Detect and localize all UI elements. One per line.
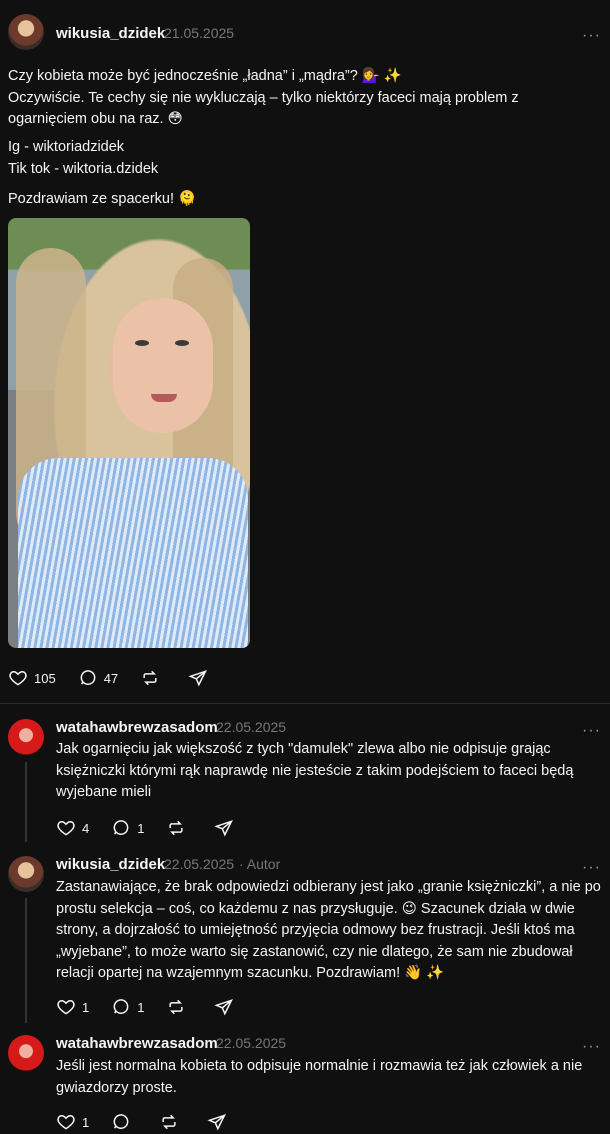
reply-actions: 1	[56, 1110, 255, 1134]
photo-mouth	[151, 394, 177, 402]
reply-username[interactable]: watahawbrewzasadom	[56, 719, 218, 736]
post-text-2: Ig - wiktoriadzidek Tik tok - wiktoria.d…	[8, 139, 159, 177]
reply-text: Jak ogarnięciu jak większość z tych "dam…	[56, 741, 578, 800]
avatar[interactable]	[8, 14, 44, 50]
comment-count: 1	[137, 999, 145, 1015]
divider	[0, 703, 610, 704]
heart-icon	[57, 1114, 75, 1130]
share-icon	[188, 670, 208, 687]
reply-actions: 1 1	[56, 995, 262, 1019]
heart-icon	[57, 820, 75, 836]
photo-face	[113, 298, 213, 433]
share-button[interactable]	[207, 1112, 233, 1132]
like-button[interactable]: 105	[8, 668, 56, 688]
username[interactable]: wikusia_dzidek	[56, 25, 165, 42]
share-icon	[214, 820, 234, 837]
repost-icon	[169, 820, 184, 836]
like-button[interactable]: 1	[56, 997, 89, 1017]
thread-line	[25, 898, 27, 1023]
like-count: 105	[34, 670, 56, 686]
share-button[interactable]	[214, 818, 240, 838]
thread-line	[25, 762, 27, 842]
comment-button[interactable]: 47	[78, 668, 118, 688]
repost-button[interactable]	[159, 1112, 185, 1132]
repost-button[interactable]	[166, 818, 192, 838]
post-actions: 105 47	[8, 666, 236, 690]
share-button[interactable]	[188, 668, 214, 688]
repost-icon	[162, 1114, 176, 1130]
comment-icon	[113, 1114, 129, 1129]
post-photo[interactable]	[8, 218, 250, 648]
share-icon	[207, 1114, 227, 1131]
more-icon[interactable]: ···	[582, 860, 601, 876]
reply-date[interactable]: 22.05.2025	[216, 719, 286, 735]
reply-actions: 4 1	[56, 816, 262, 840]
share-icon	[214, 999, 234, 1016]
repost-icon	[169, 999, 184, 1015]
comment-button[interactable]: 1	[111, 818, 144, 838]
photo-eye	[135, 340, 149, 346]
avatar[interactable]	[8, 856, 44, 892]
comment-button[interactable]: 1	[111, 997, 144, 1017]
author-badge: · Autor	[239, 856, 281, 872]
repost-icon	[143, 670, 157, 686]
reply-username[interactable]: watahawbrewzasadom	[56, 1035, 218, 1052]
comment-count: 47	[103, 670, 119, 686]
comment-icon	[80, 670, 96, 685]
reply-date[interactable]: 22.05.2025	[216, 1035, 286, 1051]
like-count: 1	[82, 999, 90, 1015]
reply-username[interactable]: wikusia_dzidek	[56, 856, 165, 873]
like-button[interactable]: 1	[56, 1112, 89, 1132]
more-icon[interactable]: ···	[582, 723, 601, 739]
photo-shirt	[18, 458, 248, 648]
author-label: Autor	[246, 856, 281, 872]
comment-button[interactable]	[111, 1112, 137, 1132]
avatar[interactable]	[8, 1035, 44, 1071]
heart-icon	[57, 999, 75, 1015]
like-button[interactable]: 4	[56, 818, 89, 838]
reply-date[interactable]: 22.05.2025	[164, 856, 234, 872]
repost-button[interactable]	[166, 997, 192, 1017]
heart-icon	[9, 670, 27, 686]
more-icon[interactable]: ···	[582, 28, 601, 44]
reply-text: Zastanawiające, że brak odpowiedzi odbie…	[56, 879, 605, 981]
like-count: 4	[82, 820, 90, 836]
reply-text: Jeśli jest normalna kobieta to odpisuje …	[56, 1058, 587, 1096]
post-text-3: Pozdrawiam ze spacerku! 🫠	[8, 191, 197, 207]
comment-count: 1	[137, 820, 145, 836]
photo-eye	[175, 340, 189, 346]
avatar[interactable]	[8, 719, 44, 755]
comment-icon	[113, 820, 129, 835]
post-date[interactable]: 21.05.2025	[164, 25, 234, 41]
comment-icon	[113, 999, 129, 1014]
share-button[interactable]	[214, 997, 240, 1017]
post-text-1: Czy kobieta może być jednocześnie „ładna…	[8, 68, 519, 127]
repost-button[interactable]	[140, 668, 166, 688]
more-icon[interactable]: ···	[582, 1039, 601, 1055]
like-count: 1	[82, 1114, 90, 1130]
